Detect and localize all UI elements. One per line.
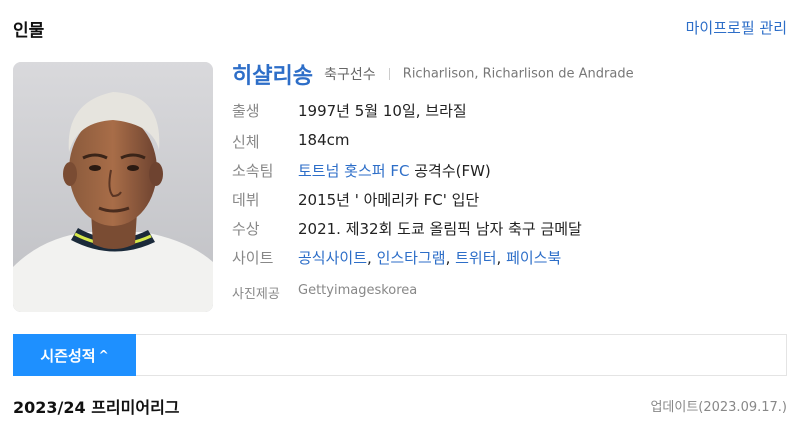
league-title: 2023/24 프리미어리그 [13, 398, 180, 417]
facebook-link[interactable]: 페이스북 [506, 249, 561, 267]
sites-separator: , [496, 249, 507, 267]
name-separator [388, 68, 390, 80]
chevron-up-icon: ^ [98, 348, 109, 362]
team-position: 공격수(FW) [409, 162, 491, 180]
person-alt-names: Richarlison, Richarlison de Andrade [402, 66, 634, 82]
season-tab-label: 시즌성적 [40, 346, 96, 365]
debut-label: 데뷔 [232, 191, 260, 209]
photo-credit-label: 사진제공 [232, 287, 280, 302]
official-site-link[interactable]: 공식사이트 [298, 249, 367, 267]
birth-label: 출생 [232, 102, 260, 120]
debut-value: 2015년 ' 아메리카 FC' 입단 [298, 191, 480, 209]
section-title: 인물 [13, 21, 45, 41]
player-photo[interactable] [13, 62, 213, 312]
person-name-row: 히샬리송 축구선수 Richarlison, Richarlison de An… [232, 58, 634, 89]
photo-credit-value: Gettyimageskorea [298, 283, 418, 298]
tab-season-stats[interactable]: 시즌성적 ^ [13, 334, 136, 376]
twitter-link[interactable]: 트위터 [455, 249, 496, 267]
award-label: 수상 [232, 220, 260, 238]
birth-value: 1997년 5월 10일, 브라질 [298, 102, 467, 120]
height-value: 184cm [298, 131, 350, 149]
person-role: 축구선수 [324, 67, 376, 83]
player-photo-image [13, 62, 213, 312]
sites-value: 공식사이트, 인스타그램, 트위터, 페이스북 [298, 247, 561, 268]
team-value: 토트넘 홋스퍼 FC 공격수(FW) [298, 160, 491, 181]
sites-separator: , [445, 249, 456, 267]
height-label: 신체 [232, 133, 260, 151]
update-timestamp: 업데이트(2023.09.17.) [650, 400, 787, 415]
team-link[interactable]: 토트넘 홋스퍼 FC [298, 162, 409, 180]
section-header: 인물 마이프로필 관리 [13, 16, 787, 41]
league-row: 2023/24 프리미어리그 업데이트(2023.09.17.) [13, 394, 787, 418]
sites-label: 사이트 [232, 249, 274, 267]
award-value: 2021. 제32회 도쿄 올림픽 남자 축구 금메달 [298, 220, 582, 238]
my-profile-manage-link[interactable]: 마이프로필 관리 [686, 17, 787, 38]
instagram-link[interactable]: 인스타그램 [377, 249, 446, 267]
team-label: 소속팀 [232, 162, 274, 180]
sites-separator: , [367, 249, 377, 267]
person-name[interactable]: 히샬리송 [232, 64, 313, 89]
